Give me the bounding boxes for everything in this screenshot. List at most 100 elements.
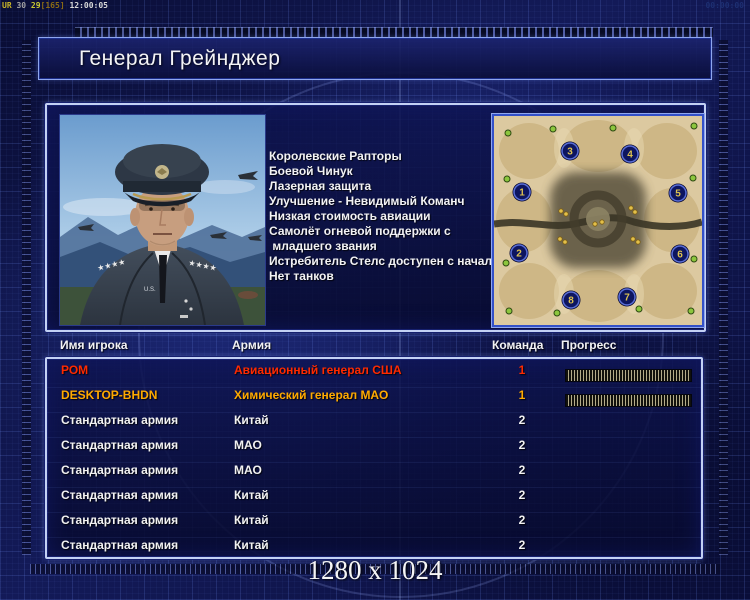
table-row: DESKTOP-BHDN Химический генерал МАО 1 (47, 388, 701, 413)
debug-part: 30 (16, 1, 31, 10)
column-header-team: Команда (492, 338, 544, 352)
table-row: Стандартная армия МАО 2 (47, 463, 701, 488)
player-name: Стандартная армия (61, 513, 179, 527)
player-team: 1 (518, 388, 526, 402)
general-portrait: ★★★★ ★★★★ U.S. (59, 114, 266, 326)
players-table: РОМ Авиационный генерал США 1 DESKTOP-BHDN Х… (45, 357, 703, 559)
resource-dot (549, 125, 557, 133)
svg-text:6: 6 (677, 250, 683, 261)
player-army: Китай (234, 513, 269, 527)
column-header-progress: Прогресс (561, 338, 617, 352)
player-team: 2 (518, 513, 526, 527)
info-line: Самолёт огневой поддержки с (269, 224, 451, 238)
svg-text:4: 4 (627, 150, 633, 161)
resolution-label: 1280 x 1024 (307, 555, 443, 585)
debug-part: [165] (40, 1, 70, 10)
player-team: 2 (518, 463, 526, 477)
progress-bar (565, 369, 692, 382)
supply-dot (563, 211, 569, 217)
player-team: 2 (518, 488, 526, 502)
supply-dot (592, 221, 598, 227)
supply-dot (557, 236, 563, 242)
player-team: 1 (518, 363, 526, 377)
supply-dot (562, 239, 568, 245)
start-position-marker: 5 (668, 183, 688, 203)
progress-fill (566, 395, 691, 406)
general-info-list: Королевские Рапторы Боевой Чинук Лазерная … (269, 149, 499, 284)
title-panel: Генерал Грейнджер (38, 37, 712, 80)
svg-text:1: 1 (519, 188, 525, 199)
resource-dot (687, 307, 695, 315)
start-position-marker: 4 (620, 144, 640, 164)
info-line: Королевские Рапторы (269, 149, 402, 163)
player-name: DESKTOP-BHDN (61, 388, 158, 402)
start-position-marker: 6 (670, 244, 690, 264)
supply-dot (628, 205, 634, 211)
player-name: Стандартная армия (61, 413, 179, 427)
info-line: Низкая стоимость авиации (269, 209, 431, 223)
supply-dot (558, 208, 564, 214)
debug-part: 12:00:05 (69, 1, 108, 10)
player-team: 2 (518, 413, 526, 427)
svg-text:3: 3 (567, 147, 573, 158)
player-name: РОМ (61, 363, 89, 377)
svg-text:5: 5 (675, 189, 681, 200)
page-title: Генерал Грейнджер (79, 47, 281, 70)
column-header-player: Имя игрока (60, 338, 128, 352)
supply-dot (630, 236, 636, 242)
match-timer: 00:00:00 (705, 1, 744, 10)
start-position-marker: 7 (617, 287, 637, 307)
resource-dot (690, 122, 698, 130)
table-row: РОМ Авиационный генерал США 1 (47, 363, 701, 388)
svg-text:8: 8 (568, 296, 574, 307)
table-row: Стандартная армия Китай 2 (47, 413, 701, 438)
start-position-marker: 3 (560, 141, 580, 161)
svg-text:7: 7 (624, 293, 630, 304)
supply-dot (635, 239, 641, 245)
player-army: Китай (234, 413, 269, 427)
player-army: Китай (234, 538, 269, 552)
resource-dot (503, 175, 511, 183)
resource-dot (635, 305, 643, 313)
ruler-left (22, 40, 31, 555)
debug-readout: UR 30 29[165] 12:00:05 (2, 1, 108, 10)
table-row: Стандартная армия Китай 2 (47, 488, 701, 513)
players-table-header: Имя игрока Армия Команда Прогресс (45, 338, 703, 357)
debug-part: UR (2, 1, 17, 10)
general-overview-panel: ★★★★ ★★★★ U.S. Королевские Рапторы Боевой… (45, 103, 706, 332)
info-line: Лазерная защита (269, 179, 372, 193)
player-name: Стандартная армия (61, 488, 179, 502)
resource-dot (504, 129, 512, 137)
info-line: Нет танков (269, 269, 334, 283)
progress-fill (566, 370, 691, 381)
map-preview: 1 2 3 4 5 6 7 8 (492, 114, 704, 327)
player-name: Стандартная армия (61, 463, 179, 477)
info-line: Улучшение - Невидимый Команч (269, 194, 465, 208)
start-position-marker: 1 (512, 182, 532, 202)
table-row: Стандартная армия МАО 2 (47, 438, 701, 463)
players-table-body: РОМ Авиационный генерал США 1 DESKTOP-BHDN Х… (47, 363, 701, 563)
ruler-right (719, 40, 728, 555)
resource-dot (609, 124, 617, 132)
player-team: 2 (518, 438, 526, 452)
player-name: Стандартная армия (61, 538, 179, 552)
player-name: Стандартная армия (61, 438, 179, 452)
resource-dot (689, 174, 697, 182)
player-army: Авиационный генерал США (234, 363, 402, 377)
resource-dot (690, 255, 698, 263)
player-team: 2 (518, 538, 526, 552)
resource-dot (553, 309, 561, 317)
resource-dot (505, 307, 513, 315)
player-army: Китай (234, 488, 269, 502)
svg-text:2: 2 (516, 249, 522, 260)
debug-part: 29 (30, 1, 41, 10)
info-line: Истребитель Стелс доступен с начала (269, 254, 499, 268)
filmstrip-band (75, 27, 713, 37)
supply-dot (632, 209, 638, 215)
start-position-marker: 8 (561, 290, 581, 310)
start-position-marker: 2 (509, 243, 529, 263)
us-lapel-pin: U.S. (144, 287, 156, 293)
info-line: младшего звания (269, 239, 377, 253)
resource-dot (502, 259, 510, 267)
player-army: Химический генерал МАО (234, 388, 389, 402)
